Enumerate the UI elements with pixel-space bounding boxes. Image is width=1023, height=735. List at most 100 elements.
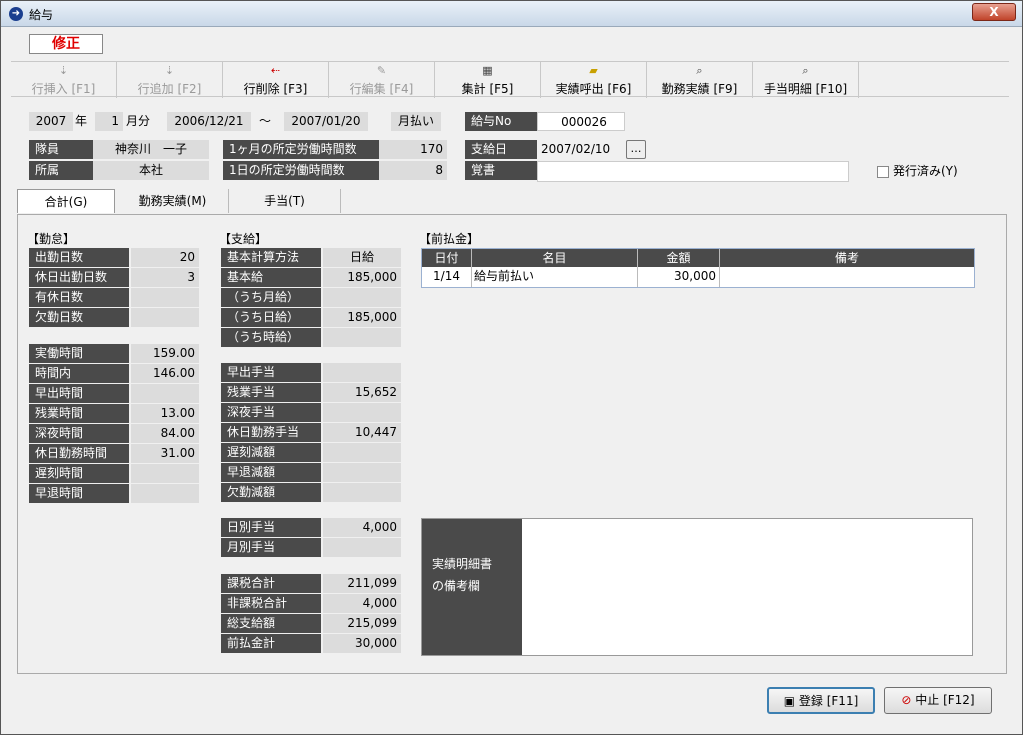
row-value: 146.00 bbox=[131, 364, 199, 383]
insert-row-label: 行挿入 [F1] bbox=[31, 82, 96, 96]
load-results-button[interactable]: ▰ 実績呼出 [F6] bbox=[541, 62, 647, 98]
save-button[interactable]: ▣ 登録 [F11] bbox=[767, 687, 875, 714]
work-results-button[interactable]: ⌕ 勤務実績 [F9] bbox=[647, 62, 753, 98]
cell-amount: 30,000 bbox=[638, 267, 720, 287]
tab-allowance[interactable]: 手当(T) bbox=[229, 189, 341, 213]
row-label: 残業時間 bbox=[29, 404, 129, 423]
period-to-field[interactable]: 2007/01/20 bbox=[284, 112, 368, 131]
cancel-label: 中止 [F12] bbox=[915, 693, 975, 707]
checkbox-box[interactable] bbox=[877, 165, 889, 178]
pay-date-field[interactable]: 2007/02/10 bbox=[541, 140, 625, 159]
advance-title: 【前払金】 bbox=[419, 232, 480, 246]
tally-icon: ▦ bbox=[482, 64, 493, 77]
delete-row-icon: ⇠ bbox=[270, 64, 281, 77]
row-label: 休日勤務時間 bbox=[29, 444, 129, 463]
work-results-label: 勤務実績 [F9] bbox=[661, 82, 738, 96]
payment-type-field[interactable]: 月払い bbox=[391, 112, 441, 131]
save-label: 登録 [F11] bbox=[798, 694, 859, 708]
payment-title: 【支給】 bbox=[219, 232, 268, 246]
row-value: 215,099 bbox=[323, 614, 401, 633]
row-label: 深夜時間 bbox=[29, 424, 129, 443]
row-value: 3 bbox=[131, 268, 199, 287]
member-field[interactable]: 神奈川 一子 bbox=[93, 140, 209, 159]
row-value bbox=[323, 443, 401, 462]
advance-grid-header: 日付 名目 金額 備考 bbox=[422, 249, 974, 267]
insert-row-button[interactable]: ⇣ 行挿入 [F1] bbox=[11, 62, 117, 98]
row-label: 欠勤減額 bbox=[221, 483, 321, 502]
edit-row-button[interactable]: ✎ 行編集 [F4] bbox=[329, 62, 435, 98]
row-label: 早退減額 bbox=[221, 463, 321, 482]
row-value bbox=[323, 403, 401, 422]
row-value bbox=[131, 484, 199, 503]
row-label: 基本給 bbox=[221, 268, 321, 287]
row-label: 休日勤務手当 bbox=[221, 423, 321, 442]
close-button[interactable]: X bbox=[972, 3, 1016, 21]
save-icon: ▣ bbox=[783, 694, 796, 708]
tab-work-results[interactable]: 勤務実績(M) bbox=[117, 189, 229, 213]
cell-date: 1/14 bbox=[422, 267, 472, 287]
pay-date-label: 支給日 bbox=[465, 140, 537, 159]
row-label: 深夜手当 bbox=[221, 403, 321, 422]
dept-field[interactable]: 本社 bbox=[93, 161, 209, 180]
allowance-detail-button[interactable]: ⌕ 手当明細 [F10] bbox=[753, 62, 859, 98]
row-label: 月別手当 bbox=[221, 538, 321, 557]
month-unit: 月分 bbox=[126, 114, 151, 128]
row-label: 課税合計 bbox=[221, 574, 321, 593]
salary-no-field[interactable]: 000026 bbox=[537, 112, 625, 131]
period-tilde: 〜 bbox=[259, 114, 272, 128]
row-label: 前払金計 bbox=[221, 634, 321, 653]
row-value: 159.00 bbox=[131, 344, 199, 363]
row-label: 休日出勤日数 bbox=[29, 268, 129, 287]
statement-memo-box[interactable]: 実績明細書 の備考欄 bbox=[421, 518, 973, 656]
tally-button[interactable]: ▦ 集計 [F5] bbox=[435, 62, 541, 98]
daily-hours-field[interactable]: 8 bbox=[379, 161, 447, 180]
row-value bbox=[323, 363, 401, 382]
col-note: 備考 bbox=[834, 251, 859, 265]
month-field[interactable]: 1 bbox=[95, 112, 123, 131]
pay-date-picker-button[interactable]: … bbox=[626, 140, 646, 159]
add-row-button[interactable]: ⇣ 行追加 [F2] bbox=[117, 62, 223, 98]
row-value bbox=[323, 328, 401, 347]
preview-icon: ⌕ bbox=[802, 64, 809, 77]
period-from-field[interactable]: 2006/12/21 bbox=[167, 112, 251, 131]
row-value: 4,000 bbox=[323, 518, 401, 537]
mode-badge: 修正 bbox=[29, 34, 103, 54]
advance-grid[interactable]: 日付 名目 金額 備考 1/14 給与前払い 30,000 bbox=[421, 248, 975, 288]
memo-field[interactable] bbox=[537, 161, 849, 182]
statement-memo-label-line1: 実績明細書 bbox=[432, 557, 493, 571]
col-date: 日付 bbox=[422, 249, 472, 267]
toolbar: ⇣ 行挿入 [F1] ⇣ 行追加 [F2] ⇠ 行削除 [F3] ✎ 行編集 [… bbox=[11, 61, 1009, 98]
client-area: 修正 ⇣ 行挿入 [F1] ⇣ 行追加 [F2] ⇠ 行削除 [F3] ✎ 行編… bbox=[7, 27, 1017, 729]
row-label: 早出手当 bbox=[221, 363, 321, 382]
year-unit: 年 bbox=[75, 114, 88, 128]
row-value: 13.00 bbox=[131, 404, 199, 423]
tab-total[interactable]: 合計(G) bbox=[17, 189, 115, 213]
row-label: （うち月給） bbox=[221, 288, 321, 307]
allowance-detail-label: 手当明細 [F10] bbox=[763, 82, 848, 96]
row-label: 時間内 bbox=[29, 364, 129, 383]
row-value: 4,000 bbox=[323, 594, 401, 613]
statement-memo-label-line2: の備考欄 bbox=[432, 579, 481, 593]
row-label: 基本計算方法 bbox=[221, 248, 321, 267]
row-value bbox=[323, 483, 401, 502]
monthly-hours-field[interactable]: 170 bbox=[379, 140, 447, 159]
row-value bbox=[131, 464, 199, 483]
dept-label: 所属 bbox=[29, 161, 93, 180]
row-value bbox=[323, 463, 401, 482]
monthly-hours-label: 1ヶ月の所定労働時間数 bbox=[223, 140, 379, 159]
cell-name: 給与前払い bbox=[472, 267, 638, 287]
table-row[interactable]: 1/14 給与前払い 30,000 bbox=[422, 267, 974, 287]
row-label: 総支給額 bbox=[221, 614, 321, 633]
cancel-button[interactable]: ⊘ 中止 [F12] bbox=[884, 687, 992, 714]
row-value: 30,000 bbox=[323, 634, 401, 653]
issued-checkbox[interactable]: 発行済み(Y) bbox=[877, 162, 958, 179]
row-label: 有休日数 bbox=[29, 288, 129, 307]
row-value: 20 bbox=[131, 248, 199, 267]
delete-row-button[interactable]: ⇠ 行削除 [F3] bbox=[223, 62, 329, 98]
row-label: 遅刻減額 bbox=[221, 443, 321, 462]
insert-row-icon: ⇣ bbox=[58, 64, 69, 77]
year-field[interactable]: 2007 bbox=[29, 112, 73, 131]
row-value: 10,447 bbox=[323, 423, 401, 442]
attendance-title: 【勤怠】 bbox=[27, 232, 76, 246]
member-label: 隊員 bbox=[29, 140, 93, 159]
